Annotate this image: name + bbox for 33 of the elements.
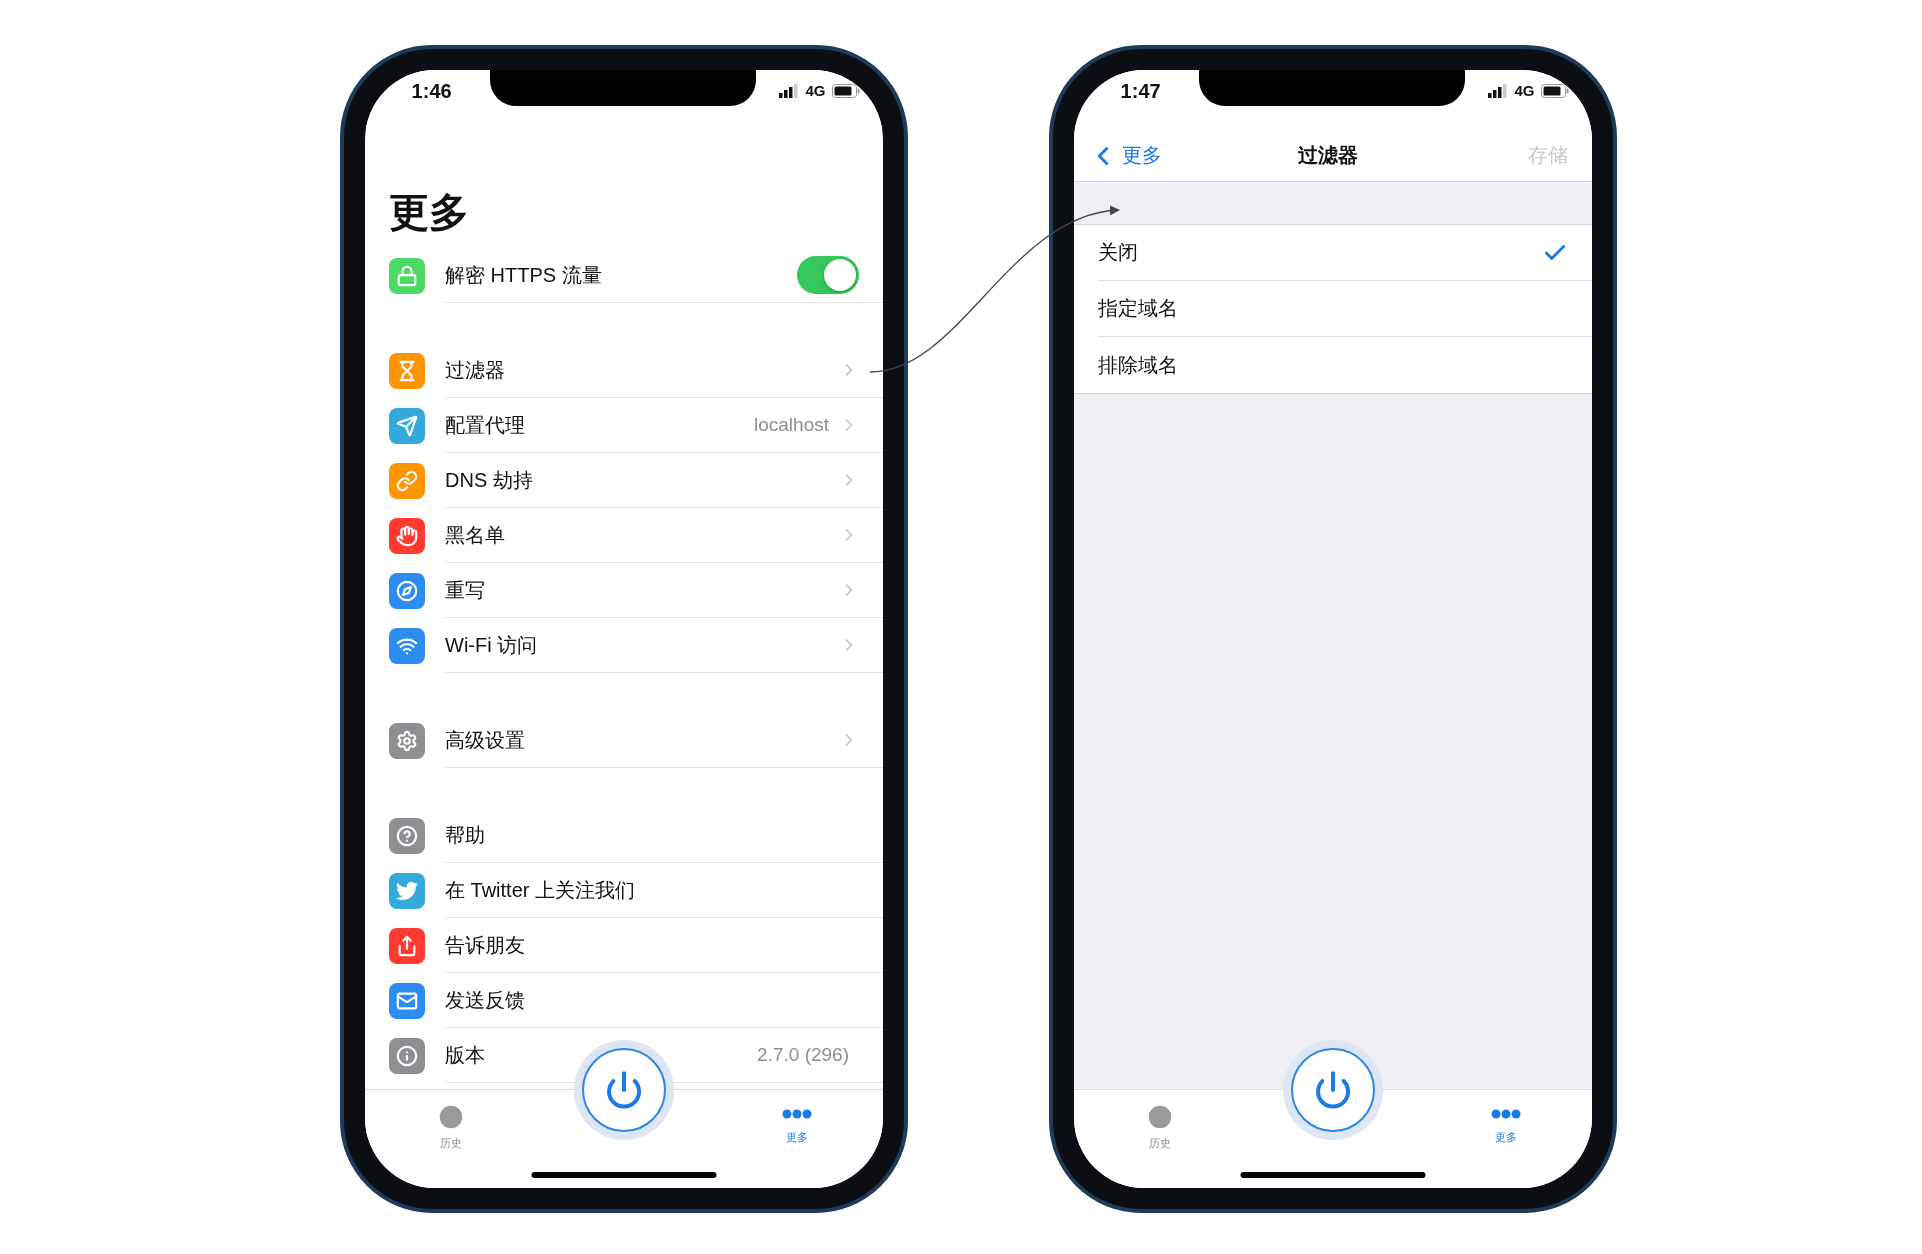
menu-item-label[interactable]: 发送反馈: [445, 986, 859, 1014]
tab[interactable]: 历史: [1145, 1090, 1176, 1151]
menu-item-label[interactable]: 在 Twitter 上关注我们: [445, 876, 859, 904]
menu-item-label[interactable]: 告诉朋友: [445, 931, 859, 959]
menu-item-label: 解密 HTTPS 流量: [445, 262, 603, 288]
status-time: 1:47: [1119, 80, 1162, 103]
back-button[interactable]: 更多: [1088, 140, 1162, 171]
menu-item-label[interactable]: 黑名单: [445, 521, 839, 549]
power-icon: [604, 1070, 644, 1110]
signal-icon: [779, 83, 800, 98]
nav-title: 过滤器: [1298, 143, 1358, 168]
menu-item-label[interactable]: 配置代理: [445, 411, 754, 439]
tab[interactable]: 历史: [436, 1090, 467, 1151]
status-time: 1:46: [410, 80, 453, 103]
battery-icon: [1540, 83, 1569, 98]
signal-icon: [1488, 83, 1509, 98]
toggle-switch[interactable]: [797, 256, 859, 294]
menu-item-label[interactable]: DNS 劫持: [445, 466, 839, 494]
network-type: 4G: [805, 82, 826, 99]
battery-icon: [831, 83, 860, 98]
power-icon: [1313, 1070, 1353, 1110]
menu-item-label[interactable]: 重写: [445, 576, 839, 604]
menu-item-label[interactable]: 帮助: [445, 821, 859, 849]
menu-item-value: 2.7.0 (296): [757, 1044, 849, 1066]
network-type: 4G: [1514, 82, 1535, 99]
menu-item-label[interactable]: 过滤器: [445, 356, 839, 384]
page-title: 更多: [389, 189, 470, 236]
tab[interactable]: 更多: [781, 1090, 812, 1145]
menu-item-value: localhost: [754, 414, 829, 436]
tab[interactable]: 更多: [1490, 1090, 1521, 1145]
menu-item-label[interactable]: 版本: [445, 1041, 758, 1069]
menu-item-label[interactable]: Wi-Fi 访问: [445, 631, 839, 659]
menu-item-label[interactable]: 高级设置: [445, 726, 839, 754]
